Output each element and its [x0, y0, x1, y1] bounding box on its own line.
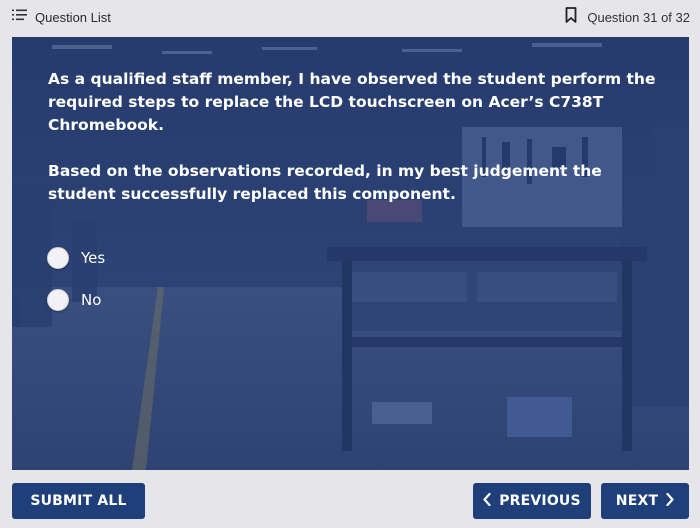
next-label: NEXT: [615, 493, 659, 509]
radio-button-yes[interactable]: [47, 247, 69, 269]
chevron-right-icon: [666, 492, 674, 510]
question-counter: Question 31 of 32: [565, 6, 690, 28]
previous-label: PREVIOUS: [499, 493, 581, 509]
question-stage: As a qualified staff member, I have obse…: [12, 37, 689, 470]
chevron-left-icon: [483, 492, 491, 510]
option-no[interactable]: No: [47, 285, 668, 315]
option-label-no: No: [81, 291, 102, 309]
top-bar: Question List Question 31 of 32: [0, 0, 700, 34]
question-content: As a qualified staff member, I have obse…: [47, 68, 668, 327]
submit-all-label: SUBMIT ALL: [30, 493, 127, 509]
question-list-button[interactable]: Question List: [12, 7, 111, 27]
previous-button[interactable]: PREVIOUS: [473, 483, 591, 519]
bookmark-icon[interactable]: [565, 6, 577, 28]
radio-button-no[interactable]: [47, 289, 69, 311]
list-icon: [12, 8, 28, 26]
option-yes[interactable]: Yes: [47, 243, 668, 273]
option-label-yes: Yes: [81, 249, 106, 267]
submit-all-button[interactable]: SUBMIT ALL: [12, 483, 145, 519]
question-paragraph-2: Based on the observations recorded, in m…: [48, 162, 602, 203]
question-counter-label: Question 31 of 32: [587, 9, 690, 25]
next-button[interactable]: NEXT: [601, 483, 689, 519]
answer-options: Yes No: [47, 243, 668, 315]
question-list-label: Question List: [35, 9, 111, 25]
question-paragraph-1: As a qualified staff member, I have obse…: [48, 70, 656, 134]
question-prompt: As a qualified staff member, I have obse…: [48, 68, 668, 206]
